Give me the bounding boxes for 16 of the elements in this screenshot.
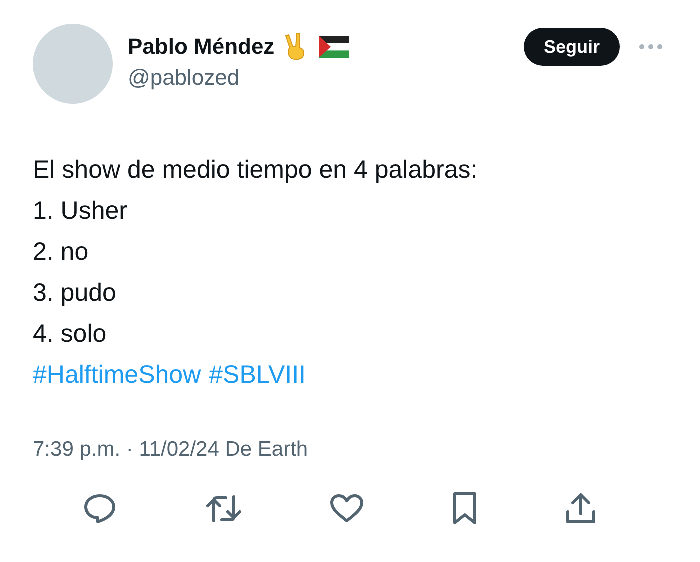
author-name[interactable]: Pablo Méndez [128,34,275,60]
share-icon[interactable] [565,493,597,525]
flag-icon [318,36,349,58]
like-icon[interactable] [330,494,364,524]
follow-button[interactable]: Seguir [524,28,620,66]
victory-hand-icon [282,33,307,61]
reply-icon[interactable] [83,493,117,525]
tweet-text-line: El show de medio tiempo en 4 palabras: [33,155,479,186]
author-handle[interactable]: @pablozed [128,65,524,91]
repost-icon[interactable] [204,493,242,525]
tweet-text-line: 1. Usher [33,196,128,227]
bookmark-icon[interactable] [452,492,478,526]
tweet-text-line: 4. solo [33,319,108,350]
tweet-text-line: 2. no [33,237,90,268]
tweet-text-line: 3. pudo [33,278,118,309]
tweet-timestamp: 7:39 p.m. · 11/02/24 De Earth [33,438,310,462]
